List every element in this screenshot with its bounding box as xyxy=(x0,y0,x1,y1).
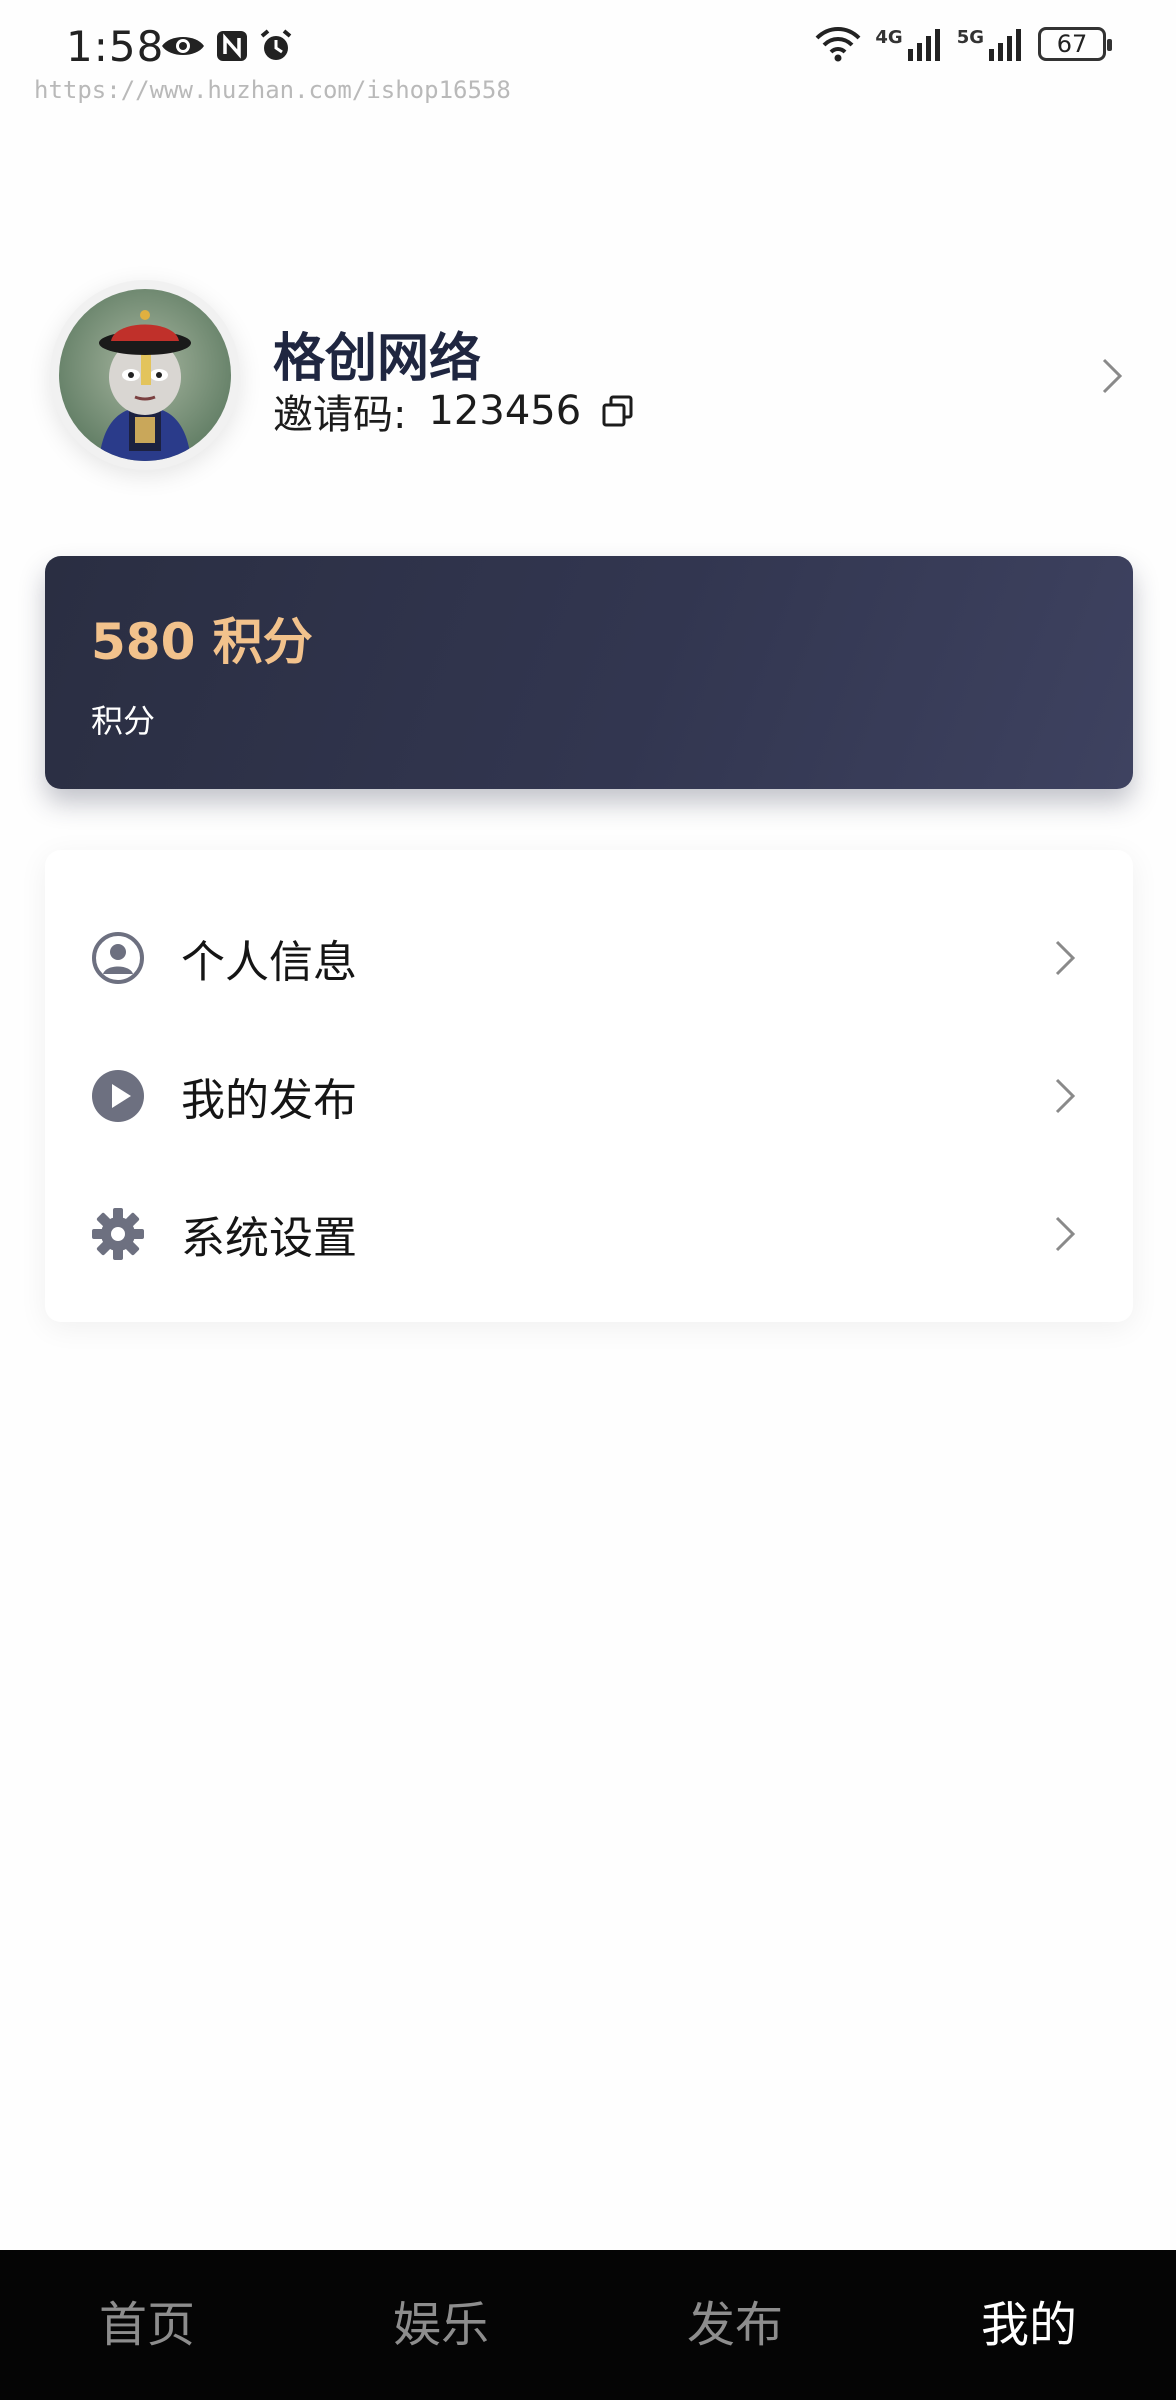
signal-icon xyxy=(907,29,940,61)
wifi-icon xyxy=(815,27,861,62)
menu-item-personal-info[interactable]: 个人信息 xyxy=(45,889,1133,1027)
profile-page: 1:58 https://www.huzhan.com/ishop16558 4… xyxy=(0,0,1176,2400)
user-name: 格创网络 xyxy=(273,329,482,389)
menu-card: 个人信息 我的发布 系统设置 xyxy=(45,850,1133,1322)
status-left-icons xyxy=(160,28,294,64)
avatar[interactable] xyxy=(50,280,240,470)
status-right-icons: 4G 5G 67 xyxy=(815,26,1112,62)
eye-icon xyxy=(162,37,204,55)
tab-publish[interactable]: 发布 xyxy=(588,2250,882,2400)
menu-item-label: 我的发布 xyxy=(181,1075,357,1126)
network-5g-label: 5G xyxy=(956,26,984,48)
play-circle-icon xyxy=(92,1070,144,1122)
invite-code-label: 邀请码: xyxy=(273,392,407,438)
tab-home[interactable]: 首页 xyxy=(0,2250,294,2400)
gear-icon xyxy=(92,1208,144,1260)
profile-header[interactable]: 格创网络 邀请码: 123456 xyxy=(0,270,1176,480)
chevron-right-icon xyxy=(1055,1216,1076,1252)
invite-code-value: 123456 xyxy=(428,388,582,434)
nfc-icon xyxy=(217,31,247,61)
chevron-right-icon[interactable] xyxy=(1098,356,1126,396)
battery-icon: 67 xyxy=(1038,27,1112,61)
tab-entertainment[interactable]: 娱乐 xyxy=(294,2250,588,2400)
status-time: 1:58 xyxy=(66,22,165,71)
points-value: 580 积分 xyxy=(91,613,313,671)
menu-item-label: 个人信息 xyxy=(181,937,357,988)
invite-code-row: 邀请码: 123456 xyxy=(273,382,635,440)
network-4g-label: 4G xyxy=(875,26,903,48)
menu-item-settings[interactable]: 系统设置 xyxy=(45,1165,1133,1303)
points-card[interactable]: 580 积分 积分 xyxy=(45,556,1133,789)
bottom-tab-bar: 首页 娱乐 发布 我的 xyxy=(0,2250,1176,2400)
chevron-right-icon xyxy=(1055,940,1076,976)
points-label: 积分 xyxy=(91,702,156,740)
qing-zombie-avatar xyxy=(59,289,231,461)
copy-icon[interactable] xyxy=(601,394,635,428)
status-bar: 1:58 https://www.huzhan.com/ishop16558 4… xyxy=(0,0,1176,104)
chevron-right-icon xyxy=(1055,1078,1076,1114)
watermark: https://www.huzhan.com/ishop16558 xyxy=(34,76,511,104)
menu-item-my-posts[interactable]: 我的发布 xyxy=(45,1027,1133,1165)
user-circle-icon xyxy=(92,932,144,984)
menu-item-label: 系统设置 xyxy=(181,1213,357,1264)
signal-icon xyxy=(989,29,1021,61)
tab-mine[interactable]: 我的 xyxy=(882,2250,1176,2400)
alarm-icon xyxy=(260,29,292,60)
